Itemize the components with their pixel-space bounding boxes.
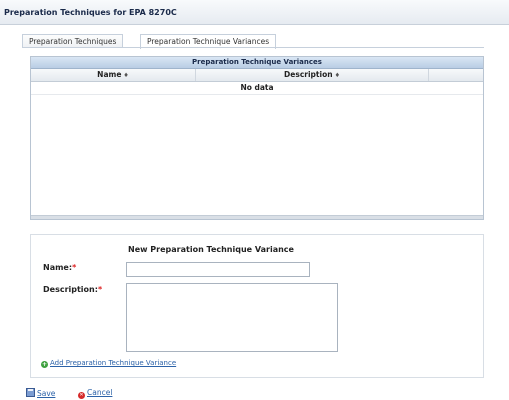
grid-empty-message: No data xyxy=(31,82,483,95)
name-field[interactable] xyxy=(126,262,310,277)
column-header-description[interactable]: Description ♦ xyxy=(196,69,429,81)
variances-grid: Preparation Technique Variances Name ♦ De… xyxy=(30,56,484,220)
description-field[interactable] xyxy=(126,283,338,352)
grid-footer-bar xyxy=(31,215,483,219)
column-header-label: Description xyxy=(284,70,333,79)
new-variance-form: New Preparation Technique Variance Name:… xyxy=(30,234,484,378)
grid-caption: Preparation Technique Variances xyxy=(31,57,483,69)
add-variance-link[interactable]: + Add Preparation Technique Variance xyxy=(41,359,176,368)
tab-label: Preparation Technique Variances xyxy=(147,37,270,46)
cancel-button[interactable]: ✕ Cancel xyxy=(78,388,112,399)
tab-preparation-techniques[interactable]: Preparation Techniques xyxy=(22,34,124,48)
grid-header-row: Name ♦ Description ♦ xyxy=(31,69,483,82)
column-header-name[interactable]: Name ♦ xyxy=(31,69,196,81)
save-label: Save xyxy=(37,389,56,398)
sort-arrows-icon: ♦ xyxy=(123,72,129,79)
description-label-text: Description: xyxy=(43,285,98,294)
tab-label: Preparation Techniques xyxy=(29,37,117,46)
cancel-icon: ✕ xyxy=(78,392,85,399)
required-marker: * xyxy=(72,263,77,272)
sort-arrows-icon: ♦ xyxy=(334,72,340,79)
save-icon xyxy=(26,388,35,397)
window-title-bar: Preparation Techniques for EPA 8270C xyxy=(0,0,509,25)
name-label-text: Name: xyxy=(43,263,73,272)
column-header-label: Name xyxy=(97,70,122,79)
tab-divider xyxy=(22,47,484,48)
form-title: New Preparation Technique Variance xyxy=(128,245,294,254)
add-icon: + xyxy=(41,361,48,368)
name-label: Name:* xyxy=(43,263,76,272)
window-title: Preparation Techniques for EPA 8270C xyxy=(4,8,177,17)
add-variance-label: Add Preparation Technique Variance xyxy=(50,359,177,367)
cancel-label: Cancel xyxy=(87,388,113,397)
save-button[interactable]: Save xyxy=(26,388,55,398)
description-label: Description:* xyxy=(43,285,102,294)
required-marker: * xyxy=(97,285,103,294)
